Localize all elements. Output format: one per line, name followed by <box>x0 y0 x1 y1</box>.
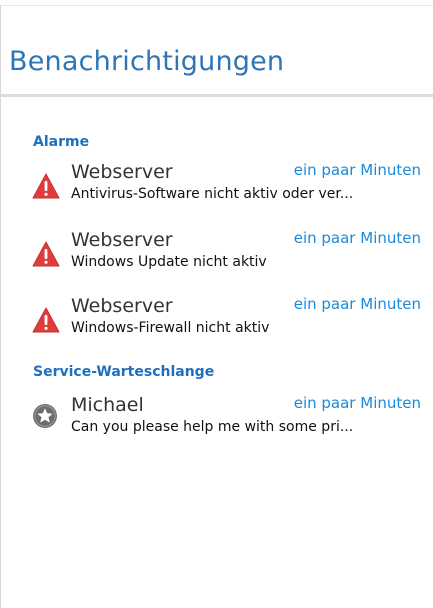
alarm-message: Antivirus-Software nicht aktiv oder ver.… <box>71 186 354 202</box>
section-title-service-queue: Service-Warteschlange <box>33 364 215 380</box>
panel-top-border <box>0 5 433 6</box>
warning-triangle-icon <box>32 173 60 199</box>
service-time: ein paar Minuten <box>293 394 421 412</box>
warning-triangle-icon <box>32 241 60 267</box>
alarm-time: ein paar Minuten <box>293 161 421 179</box>
alarm-item[interactable]: Webserver ein paar Minuten Windows Updat… <box>0 229 433 285</box>
alarm-sender: Webserver <box>71 229 173 251</box>
alarm-sender: Webserver <box>71 295 173 317</box>
star-badge-icon <box>32 402 60 428</box>
alarm-item[interactable]: Webserver ein paar Minuten Antivirus-Sof… <box>0 161 433 217</box>
alarm-time: ein paar Minuten <box>293 295 421 313</box>
alarm-item[interactable]: Webserver ein paar Minuten Windows-Firew… <box>0 295 433 351</box>
title-divider <box>0 94 433 97</box>
service-message: Can you please help me with some pri... <box>71 419 354 435</box>
section-title-alarms: Alarme <box>33 134 90 150</box>
panel-title: Benachrichtigungen <box>9 46 285 77</box>
alarm-sender: Webserver <box>71 161 173 183</box>
warning-triangle-icon <box>32 307 60 333</box>
service-queue-item[interactable]: Michael ein paar Minuten Can you please … <box>0 394 433 450</box>
alarm-message: Windows-Firewall nicht aktiv <box>71 320 270 336</box>
alarm-message: Windows Update nicht aktiv <box>71 254 267 270</box>
notifications-panel: Benachrichtigungen Alarme Webserver ein … <box>0 0 433 608</box>
alarm-time: ein paar Minuten <box>293 229 421 247</box>
service-sender: Michael <box>71 394 144 416</box>
